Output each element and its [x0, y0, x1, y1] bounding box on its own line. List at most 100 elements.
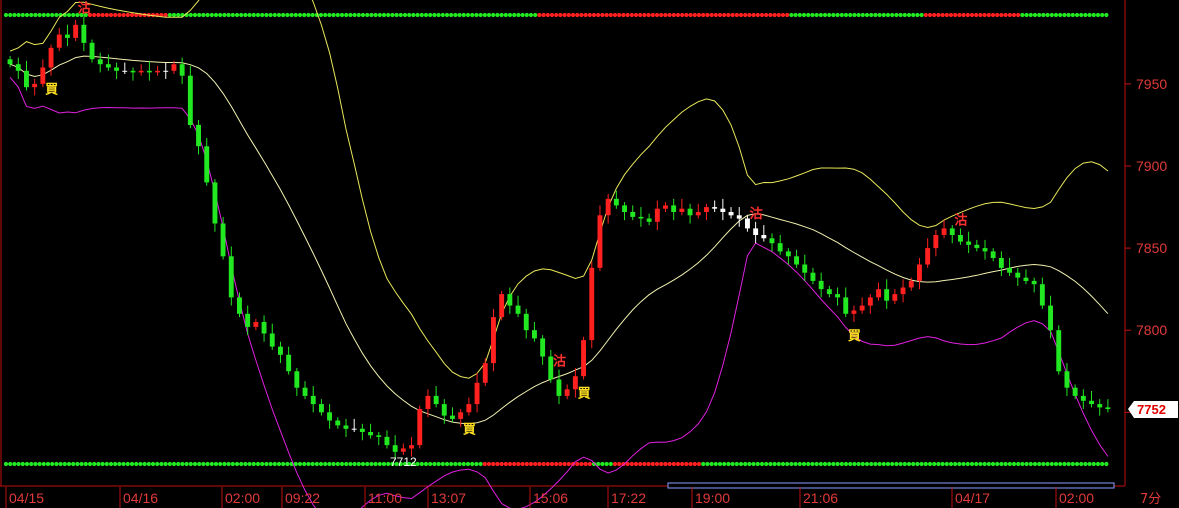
lower-strip-dot [663, 461, 668, 467]
candle-body [261, 322, 267, 334]
candle-body [753, 228, 759, 235]
lower-strip-dot [230, 461, 235, 467]
lower-strip-dot [285, 461, 290, 467]
candle-body [810, 272, 816, 281]
upper-strip-dot [516, 12, 521, 18]
lower-strip-dot [440, 461, 445, 467]
upper-strip-dot [860, 12, 865, 18]
timeframe-label[interactable]: 7分 [1140, 492, 1161, 507]
lower-strip-dot [764, 461, 769, 467]
candle-body [450, 415, 455, 419]
lower-strip-dot [604, 461, 609, 467]
upper-strip-dot [948, 12, 954, 18]
candle-body [1031, 280, 1037, 285]
lower-strip-dot [541, 461, 546, 467]
lower-strip-dot [772, 461, 777, 467]
candle-body [712, 207, 718, 209]
lower-strip-dot [1083, 461, 1088, 467]
lower-strip-dot [184, 461, 189, 467]
candle-body [40, 67, 46, 84]
lower-strip-dot [268, 461, 273, 467]
upper-strip-dot [558, 12, 563, 18]
candle-body [1007, 267, 1012, 273]
lower-strip-dot [129, 461, 135, 467]
candle-body [679, 208, 685, 212]
upper-strip-dot [360, 12, 366, 18]
upper-strip-dot [407, 12, 412, 18]
upper-strip-dot [423, 12, 429, 18]
lower-strip-dot [117, 461, 122, 467]
upper-strip-dot [696, 12, 702, 18]
candle-body [818, 280, 824, 290]
upper-strip-dot [356, 12, 361, 18]
y-tick-label: 7900 [1136, 158, 1167, 174]
candle-body [425, 395, 431, 409]
candle-body [343, 425, 349, 429]
upper-strip-dot [230, 12, 235, 18]
candle-body [359, 428, 365, 432]
lower-strip-dot [587, 461, 592, 467]
upper-strip-dot [461, 12, 466, 18]
upper-strip-dot [37, 12, 42, 18]
lower-strip-dot [1020, 461, 1025, 467]
upper-strip-dot [163, 12, 168, 18]
upper-strip-dot [738, 12, 744, 18]
candle-body [310, 395, 316, 405]
upper-strip-dot [575, 12, 580, 18]
upper-strip-dot [213, 12, 219, 18]
upper-strip-dot [411, 12, 416, 18]
candle-body [105, 64, 111, 68]
lower-strip-dot [633, 461, 639, 467]
upper-strip-dot [260, 12, 265, 18]
lower-strip-dot [953, 461, 958, 467]
lower-strip-dot [890, 461, 895, 467]
lower-strip-dot [20, 461, 25, 467]
lower-strip-dot [898, 461, 903, 467]
candle-body [654, 208, 660, 222]
upper-strip-dot [877, 12, 882, 18]
candle-body [900, 287, 906, 295]
upper-strip-dot [1011, 12, 1017, 18]
lower-strip-dot [75, 461, 80, 467]
upper-strip-dot [827, 12, 832, 18]
lower-strip-dot [516, 461, 521, 467]
candle-body [704, 207, 709, 212]
lower-strip-dot [499, 461, 504, 467]
upper-strip-dot [1032, 12, 1038, 18]
lower-strip-dot [965, 461, 970, 467]
lower-strip-dot [667, 461, 672, 467]
upper-strip-dot [465, 12, 471, 18]
upper-strip-dot [730, 12, 735, 18]
scrollbar-track[interactable] [667, 482, 1115, 489]
upper-strip-dot [50, 12, 55, 18]
lower-strip-dot [331, 461, 336, 467]
lower-strip-dot [71, 461, 76, 467]
upper-strip-dot [247, 12, 252, 18]
candle-body [1056, 330, 1062, 372]
candle-body [384, 436, 390, 446]
upper-strip-dot [906, 12, 912, 18]
upper-strip-dot [839, 12, 844, 18]
candle-body [1097, 404, 1103, 408]
lower-strip-dot [318, 461, 324, 467]
lower-strip-dot [276, 461, 282, 467]
lower-strip-dot [495, 461, 500, 467]
upper-strip-dot [722, 12, 727, 18]
lower-strip-dot [1070, 461, 1075, 467]
lower-strip-dot [1074, 461, 1080, 467]
lower-strip-dot [835, 461, 840, 467]
signal-strips [3, 12, 1109, 467]
candle-body [630, 212, 636, 217]
upper-strip-dot [478, 12, 483, 18]
lower-strip-dot [54, 461, 59, 467]
lower-strip-dot [365, 461, 370, 467]
upper-strip-dot [104, 12, 109, 18]
upper-strip-dot [646, 12, 651, 18]
lower-strip-dot [709, 461, 714, 467]
upper-strip-dot [100, 12, 105, 18]
upper-strip-dot [768, 12, 773, 18]
lower-strip-dot [1091, 461, 1096, 467]
upper-strip-dot [1095, 12, 1101, 18]
x-tick-label: 11:00 [368, 490, 402, 506]
lower-strip-dot [197, 461, 202, 467]
